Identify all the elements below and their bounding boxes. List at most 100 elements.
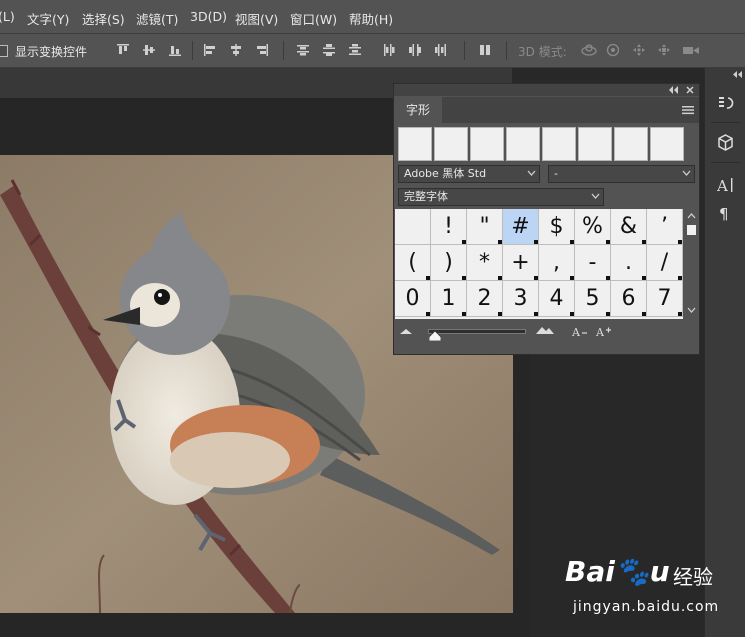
alternates-indicator: [426, 276, 430, 280]
chevron-down-icon[interactable]: [687, 307, 696, 314]
glyph-cell[interactable]: ’: [647, 209, 683, 245]
svg-text:A: A: [572, 326, 581, 337]
alternates-indicator: [678, 312, 682, 316]
collapsed-panel-dock: A ¶: [704, 68, 745, 637]
glyph-cell[interactable]: -: [575, 245, 611, 281]
watermark-brand: Bai🐾u: [565, 555, 670, 588]
menu-type[interactable]: 文字(Y): [27, 9, 69, 28]
glyph-cell[interactable]: 6: [611, 281, 647, 317]
glyph-cell[interactable]: &: [611, 209, 647, 245]
character-icon[interactable]: A: [717, 176, 734, 193]
glyph-cell[interactable]: +: [503, 245, 539, 281]
recent-glyph-slot[interactable]: [398, 127, 432, 161]
align-bottom-icon[interactable]: [168, 43, 182, 57]
glyph-cell[interactable]: 0: [395, 281, 431, 317]
distribute-left-icon[interactable]: [382, 43, 396, 57]
glyph-cell[interactable]: .: [611, 245, 647, 281]
alternates-indicator: [498, 276, 502, 280]
recent-glyph-slot[interactable]: [434, 127, 468, 161]
recent-glyph-slot[interactable]: [650, 127, 684, 161]
align-top-icon[interactable]: [116, 43, 130, 57]
menu-layer[interactable]: (L): [0, 9, 15, 24]
distribute-bottom-icon[interactable]: [348, 43, 362, 57]
recent-glyph-slot[interactable]: [578, 127, 612, 161]
recent-glyph-slot[interactable]: [506, 127, 540, 161]
recent-glyph-slot[interactable]: [542, 127, 576, 161]
mountain-large-icon[interactable]: [536, 325, 554, 334]
3d-roll-icon[interactable]: [606, 43, 620, 57]
decrease-size-icon[interactable]: A: [572, 325, 588, 337]
menu-window[interactable]: 窗口(W): [290, 9, 337, 28]
increase-size-icon[interactable]: A: [596, 325, 612, 337]
align-horizontal-center-icon[interactable]: [229, 43, 243, 57]
glyph-cell[interactable]: 7: [647, 281, 683, 317]
alternates-indicator: [606, 276, 610, 280]
menu-view[interactable]: 视图(V): [235, 9, 278, 28]
align-vertical-center-icon[interactable]: [142, 43, 156, 57]
recent-glyph-slot[interactable]: [614, 127, 648, 161]
panel-menu-icon[interactable]: [682, 105, 694, 115]
auto-align-icon[interactable]: [478, 43, 492, 57]
align-left-icon[interactable]: [203, 43, 217, 57]
glyph-cell[interactable]: %: [575, 209, 611, 245]
font-family-select[interactable]: Adobe 黑体 Std: [398, 165, 540, 183]
glyph-cell[interactable]: 4: [539, 281, 575, 317]
glyph-cell[interactable]: #: [503, 209, 539, 245]
glyph-cell[interactable]: 2: [467, 281, 503, 317]
svg-text:A: A: [717, 177, 728, 193]
slider-handle[interactable]: [429, 331, 441, 341]
3d-slide-icon[interactable]: [657, 43, 671, 57]
scrollbar-thumb[interactable]: [687, 225, 696, 235]
3d-camera-icon[interactable]: [682, 43, 700, 57]
distribute-horizontal-center-icon[interactable]: [408, 43, 422, 57]
recent-glyph-slot[interactable]: [470, 127, 504, 161]
menu-select[interactable]: 选择(S): [82, 9, 125, 28]
glyph-cell[interactable]: 5: [575, 281, 611, 317]
options-bar: 显示变换控件 3D 模式:: [0, 34, 745, 68]
3d-pan-icon[interactable]: [632, 43, 646, 57]
glyph-cell[interactable]: 1: [431, 281, 467, 317]
glyph-size-slider[interactable]: [428, 329, 526, 334]
3d-orbit-icon[interactable]: [580, 43, 598, 57]
mountain-small-icon[interactable]: [400, 327, 412, 334]
font-style-select[interactable]: -: [548, 165, 695, 183]
chevron-up-icon[interactable]: [687, 212, 696, 219]
paragraph-icon[interactable]: ¶: [717, 204, 734, 221]
glyph-cell[interactable]: ": [467, 209, 503, 245]
menu-filter[interactable]: 滤镜(T): [136, 9, 178, 28]
glyph-cell[interactable]: ): [431, 245, 467, 281]
alternates-indicator: [498, 312, 502, 316]
3d-cube-icon[interactable]: [717, 134, 734, 151]
glyph-cell[interactable]: 3: [503, 281, 539, 317]
history-icon[interactable]: [717, 94, 734, 111]
distribute-right-icon[interactable]: [434, 43, 448, 57]
glyph-cell[interactable]: !: [431, 209, 467, 245]
glyph-cell[interactable]: *: [467, 245, 503, 281]
glyph-cell[interactable]: [395, 209, 431, 245]
alternates-indicator: [498, 240, 502, 244]
glyph-set-select[interactable]: 完整字体: [398, 188, 604, 206]
align-right-icon[interactable]: [255, 43, 269, 57]
glyph-cell[interactable]: (: [395, 245, 431, 281]
panel-tab-row: 字形: [394, 97, 699, 123]
menu-3d[interactable]: 3D(D): [190, 9, 227, 24]
glyph-cell[interactable]: /: [647, 245, 683, 281]
menu-help[interactable]: 帮助(H): [349, 9, 393, 28]
alternates-indicator: [606, 240, 610, 244]
alternates-indicator: [678, 240, 682, 244]
collapse-panel-icon[interactable]: [669, 86, 679, 94]
alternates-indicator: [570, 312, 574, 316]
expand-panels-icon[interactable]: [733, 71, 743, 78]
watermark-suffix: 经验: [673, 565, 713, 589]
glyph-cell[interactable]: ,: [539, 245, 575, 281]
toolbar-separator: [192, 41, 193, 60]
glyph-cell[interactable]: $: [539, 209, 575, 245]
tab-glyphs[interactable]: 字形: [394, 97, 442, 123]
distribute-vertical-center-icon[interactable]: [322, 43, 336, 57]
close-icon[interactable]: [686, 86, 694, 94]
alternates-indicator: [462, 312, 466, 316]
alternates-indicator: [534, 276, 538, 280]
show-transform-checkbox[interactable]: [0, 45, 8, 57]
glyph-scrollbar[interactable]: [685, 209, 698, 319]
distribute-top-icon[interactable]: [296, 43, 310, 57]
